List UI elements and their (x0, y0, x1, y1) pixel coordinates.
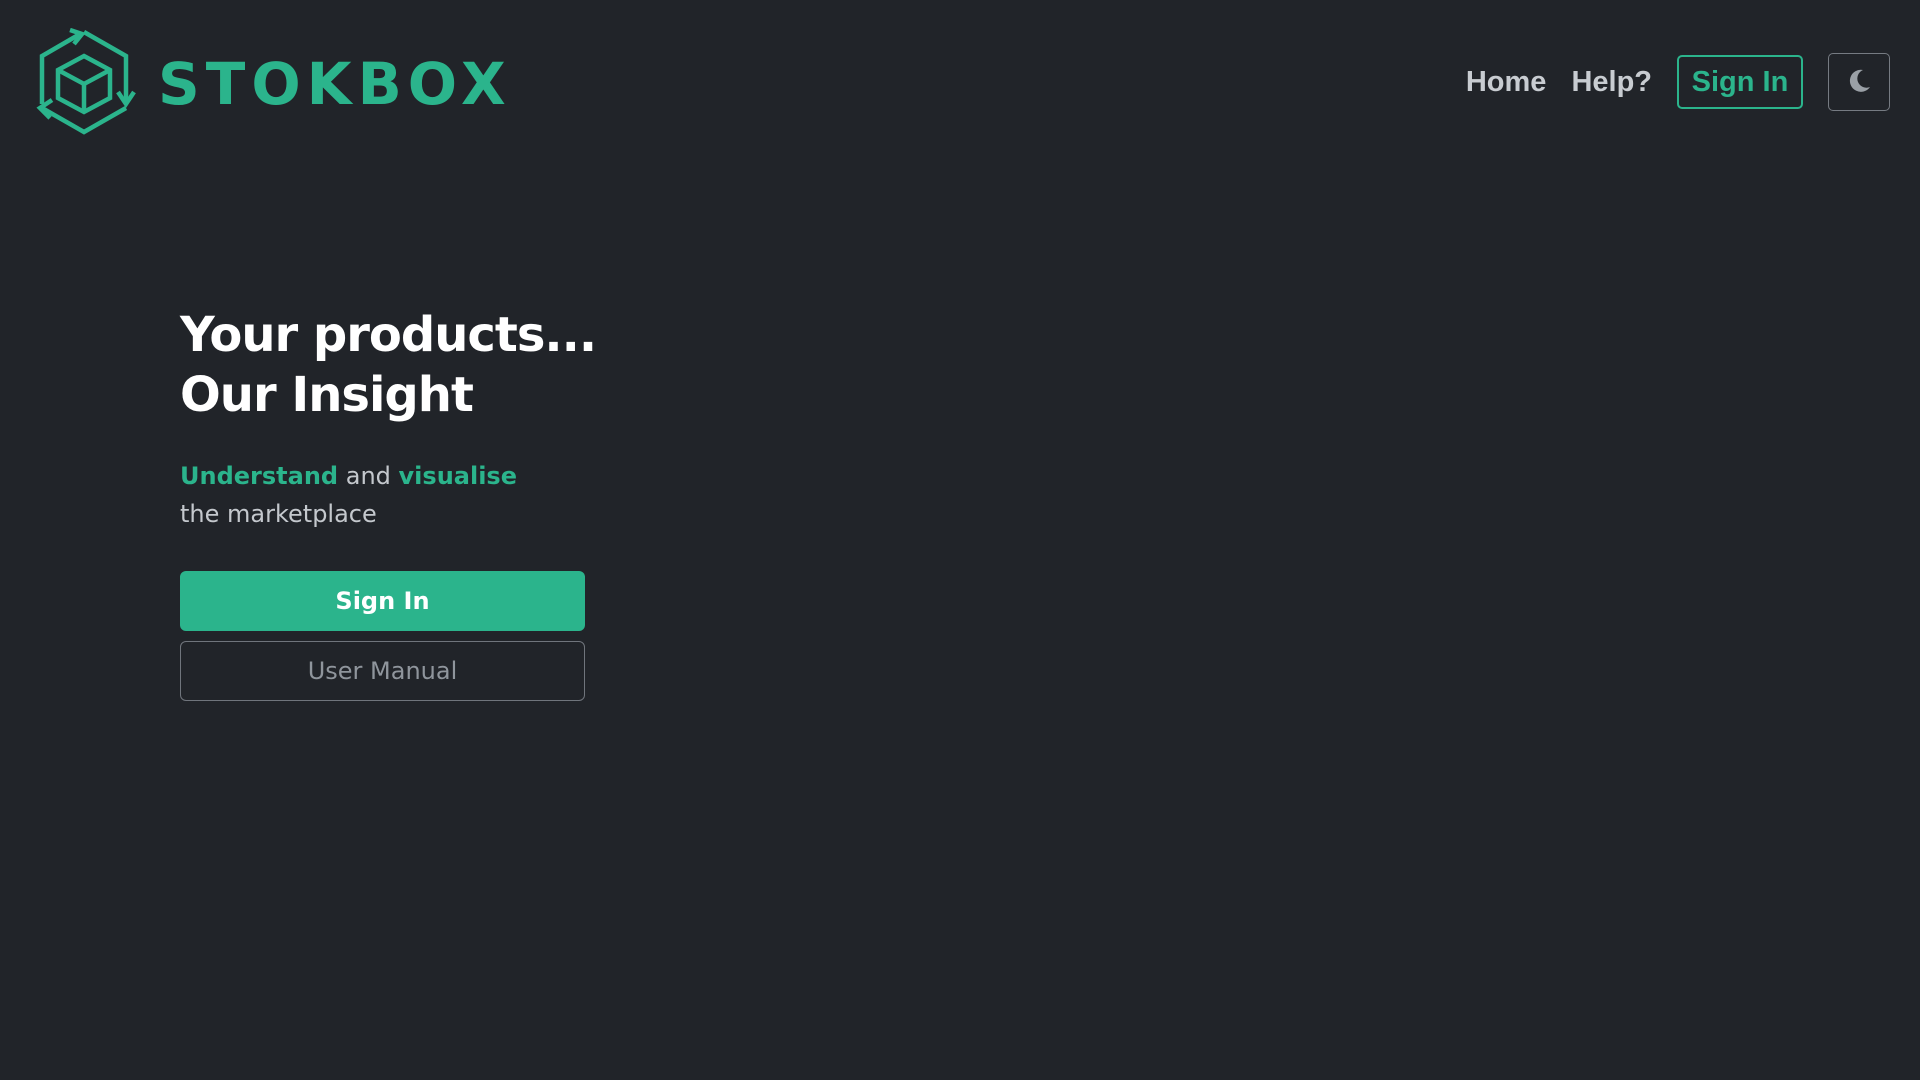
subtitle-highlight-understand: Understand (180, 462, 339, 490)
hero-title: Your products... Our Insight (180, 305, 600, 425)
hero-title-line2: Our Insight (180, 367, 474, 423)
subtitle-highlight-visualise: visualise (398, 462, 517, 490)
box-recycle-logo-icon (28, 27, 140, 140)
nav-home-link[interactable]: Home (1466, 66, 1547, 99)
landing-page: STOKBOX Home Help? Sign In Your products… (0, 0, 1920, 1080)
hero-signin-button[interactable]: Sign In (180, 571, 585, 631)
hero-title-line1: Your products... (180, 307, 597, 363)
top-nav: Home Help? Sign In (1466, 53, 1890, 111)
subtitle-and: and (345, 462, 391, 490)
moon-icon (1846, 68, 1872, 97)
nav-help-link[interactable]: Help? (1571, 66, 1652, 99)
brand-name: STOKBOX (158, 50, 512, 118)
hero-section: Your products... Our Insight Understand … (180, 305, 600, 701)
nav-signin-button[interactable]: Sign In (1677, 55, 1803, 109)
subtitle-rest: the marketplace (180, 500, 377, 528)
theme-toggle-button[interactable] (1828, 53, 1890, 111)
hero-subtitle: Understand and visualise the marketplace (180, 457, 560, 533)
user-manual-button[interactable]: User Manual (180, 641, 585, 701)
brand-logo[interactable]: STOKBOX (28, 27, 512, 140)
